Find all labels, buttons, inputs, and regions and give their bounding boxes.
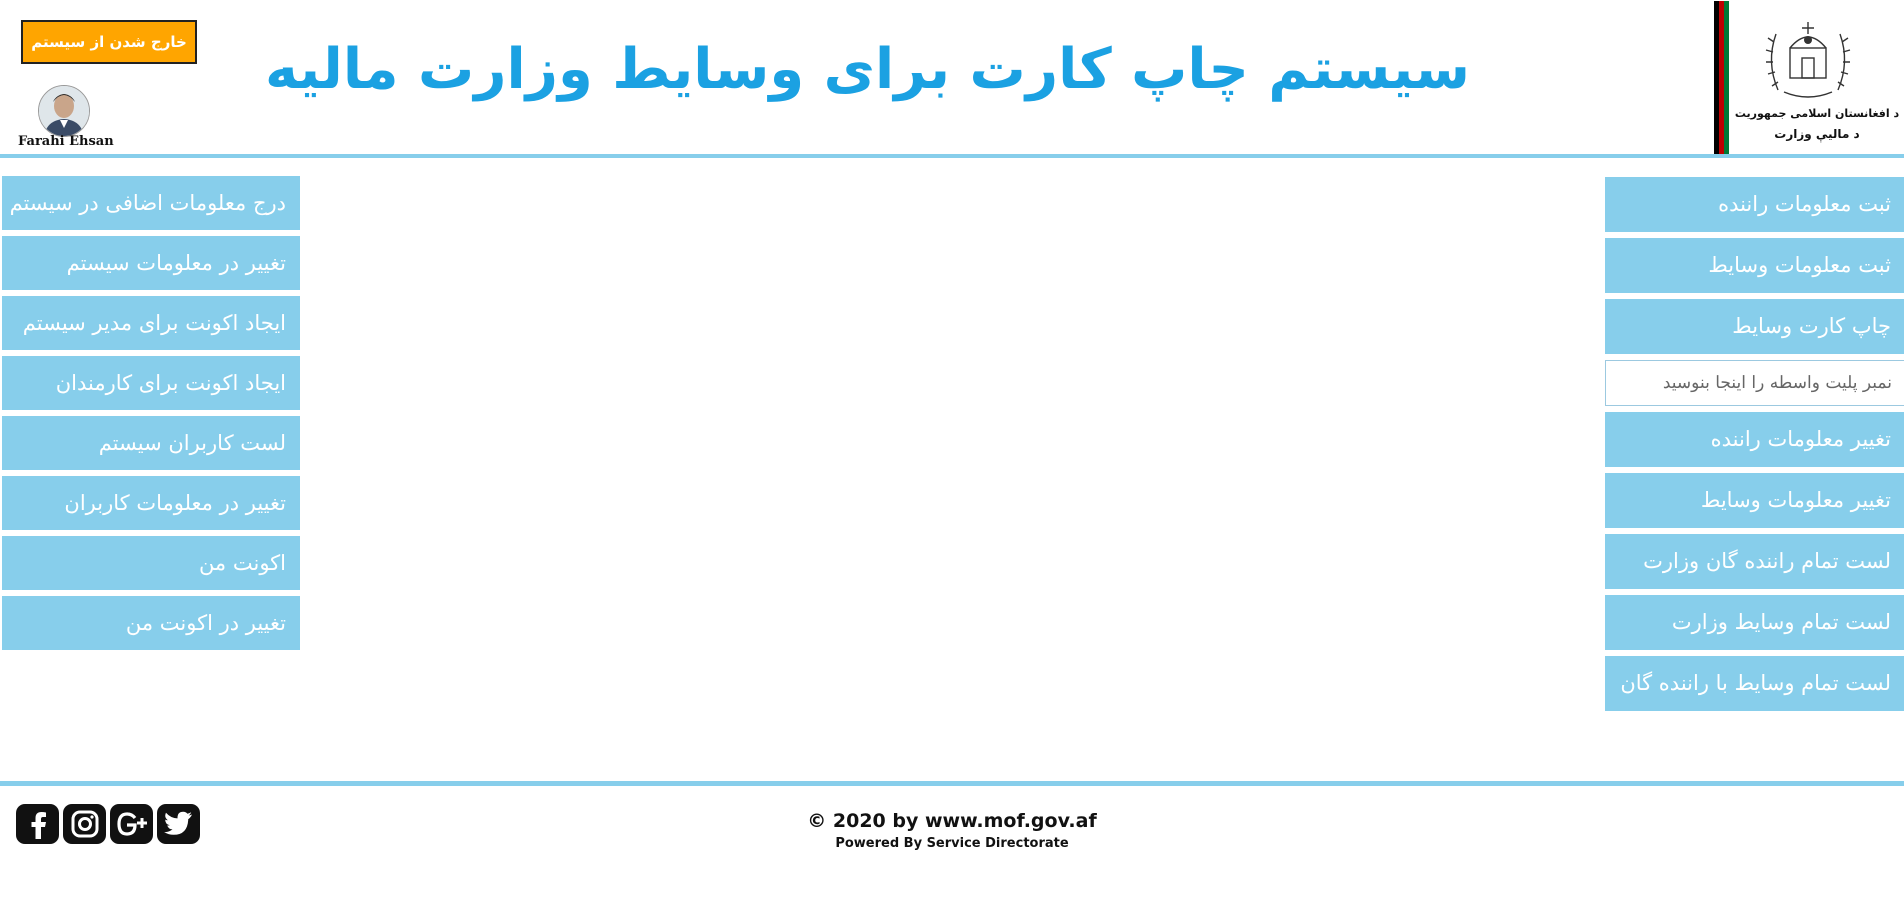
menu-item-vehicles-with-drivers-list[interactable]: لست تمام وسایط با راننده گان [1605, 656, 1904, 711]
menu-item-create-staff-account[interactable]: ایجاد اکونت برای کارمندان [2, 356, 300, 410]
instagram-icon[interactable] [63, 804, 106, 844]
logout-button[interactable]: خارج شدن از سیستم [21, 20, 197, 64]
menu-item-system-users-list[interactable]: لست کاربران سیستم [2, 416, 300, 470]
vehicle-menu: ثبت معلومات راننده ثبت معلومات وسایط چاپ… [1605, 177, 1904, 717]
flag-stripe-green [1724, 1, 1729, 154]
header: خارج شدن از سیستم Farahi Ehsan سیستم چاپ… [0, 0, 1904, 158]
menu-item-print-vehicle-card[interactable]: چاپ کارت وسایط [1605, 299, 1904, 354]
menu-item-edit-my-account[interactable]: تغییر در اکونت من [2, 596, 300, 650]
menu-item-add-extra-info[interactable]: درج معلومات اضافی در سیستم [2, 176, 300, 230]
menu-item-register-vehicle[interactable]: ثبت معلومات وسایط [1605, 238, 1904, 293]
ministry-name-line1: د افغانستان اسلامی جمهوریت [1734, 107, 1900, 120]
user-avatar-image [39, 86, 89, 136]
google-plus-icon[interactable] [110, 804, 153, 844]
admin-menu: درج معلومات اضافی در سیستم تغییر در معلو… [2, 176, 302, 656]
flag-stripes [1714, 1, 1729, 154]
ministry-emblem-icon [1765, 22, 1851, 98]
plate-number-input[interactable] [1606, 361, 1904, 405]
menu-item-edit-users-info[interactable]: تغییر در معلومات کاربران [2, 476, 300, 530]
facebook-icon[interactable] [16, 804, 59, 844]
menu-item-register-driver[interactable]: ثبت معلومات راننده [1605, 177, 1904, 232]
menu-item-all-drivers-list[interactable]: لست تمام راننده گان وزارت [1605, 534, 1904, 589]
avatar[interactable] [38, 85, 90, 137]
menu-item-edit-vehicle[interactable]: تغییر معلومات وسایط [1605, 473, 1904, 528]
twitter-icon[interactable] [157, 804, 200, 844]
menu-item-create-admin-account[interactable]: ایجاد اکونت برای مدیر سیستم [2, 296, 300, 350]
footer-divider [0, 781, 1904, 786]
menu-item-my-account[interactable]: اکونت من [2, 536, 300, 590]
user-name: Farahi Ehsan [18, 134, 114, 149]
menu-item-all-vehicles-list[interactable]: لست تمام وسایط وزارت [1605, 595, 1904, 650]
plate-search-field [1605, 360, 1904, 406]
menu-item-edit-system-info[interactable]: تغییر در معلومات سیستم [2, 236, 300, 290]
page-title: سیستم چاپ کارت برای وسایط وزارت مالیه [264, 37, 1470, 102]
ministry-name-line2: د مالیې وزارت [1774, 127, 1860, 141]
menu-item-edit-driver[interactable]: تغییر معلومات راننده [1605, 412, 1904, 467]
powered-by-text: Powered By Service Directorate [835, 836, 1069, 851]
social-links [16, 804, 200, 844]
header-divider [0, 154, 1904, 158]
copyright-text: © 2020 by www.mof.gov.af [807, 810, 1097, 832]
